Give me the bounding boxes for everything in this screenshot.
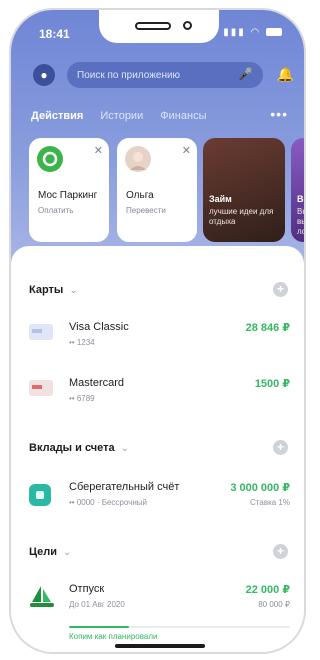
section-goals[interactable]: Цели ⌄ [29,546,71,558]
goal-progress-fill [69,626,129,628]
close-icon[interactable]: ✕ [94,144,103,157]
card-row[interactable]: Mastercard •• 6789 1500 ₽ [29,374,290,410]
tab-finance[interactable]: Финансы [160,110,206,122]
tab-actions[interactable]: Действия [31,110,83,122]
goal-row[interactable]: Отпуск До 01 Авг 2020 22 000 ₽ 80 000 ₽ … [29,580,290,644]
card-balance: 1500 ₽ [254,378,290,390]
chevron-down-icon: ⌄ [63,547,72,558]
speaker [135,22,171,30]
action-subtitle: Оплатить [38,206,74,215]
battery-icon [266,28,282,37]
status-icons: ▮▮▮ ◠ [223,27,282,38]
wifi-icon: ◠ [250,27,262,38]
plus-icon[interactable]: + [273,282,288,297]
header: 18:41 ▮▮▮ ◠ ● 🎤 🔔 Действия Истории Финан… [11,10,304,262]
plus-icon[interactable]: + [273,440,288,455]
card-balance: 28 846 ₽ [245,322,290,334]
contact-avatar [125,146,151,172]
promo-card-2[interactable]: Вс Вы выиграли лото [291,138,306,242]
phone-frame: 18:41 ▮▮▮ ◠ ● 🎤 🔔 Действия Истории Финан… [9,8,306,654]
card-name: Visa Classic [69,321,129,333]
goal-caption: Копим как планировали [69,632,158,641]
goal-boat-icon [29,586,55,610]
chevron-down-icon: ⌄ [120,443,130,454]
promo-title: Вс [297,194,304,204]
parking-icon [37,146,63,172]
camera [183,21,192,30]
section-title: Вклады и счета [29,442,115,454]
status-time: 18:41 [39,27,70,41]
card-name: Mastercard [69,377,125,389]
card-number: •• 6789 [69,394,95,403]
card-icon [29,380,53,396]
promo-subtitle: Вы выиграли лото [297,207,306,236]
close-icon[interactable]: ✕ [182,144,191,157]
deposit-number: •• 0000 · Бессрочный [69,498,147,507]
deposit-row[interactable]: Сберегательный счёт •• 0000 · Бессрочный… [29,478,290,514]
quick-actions: ✕ Мос Паркинг Оплатить ✕ Ольга Перевести… [29,138,306,242]
deposit-rate: Ставка 1% [250,498,290,507]
promo-card[interactable]: Займ лучшие идеи для отдыха [203,138,285,242]
content-sheet: Карты ⌄ + Visa Classic •• 1234 28 846 ₽ M… [11,246,304,652]
mic-icon[interactable]: 🎤 [238,67,253,81]
section-title: Карты [29,284,64,296]
deposit-name: Сберегательный счёт [69,481,180,493]
card-icon [29,324,53,340]
promo-subtitle: лучшие идеи для отдыха [209,207,274,226]
section-deposits[interactable]: Вклады и счета ⌄ [29,442,129,454]
action-label: Ольга [126,190,154,201]
more-icon[interactable]: ••• [270,106,288,122]
goal-target: 80 000 ₽ [258,600,290,609]
card-row[interactable]: Visa Classic •• 1234 28 846 ₽ [29,318,290,354]
deposit-icon [29,484,51,506]
action-subtitle: Перевести [126,206,166,215]
search-bar[interactable]: 🎤 [67,62,263,88]
goal-date: До 01 Авг 2020 [69,600,125,609]
tabs: Действия Истории Финансы [31,110,220,122]
chevron-down-icon: ⌄ [69,285,78,296]
plus-icon[interactable]: + [273,544,288,559]
search-input[interactable] [77,62,237,88]
section-title: Цели [29,546,58,558]
deposit-balance: 3 000 000 ₽ [230,482,290,494]
bell-icon[interactable]: 🔔 [277,66,294,83]
goal-name: Отпуск [69,583,105,595]
action-card-parking[interactable]: ✕ Мос Паркинг Оплатить [29,138,109,242]
action-title: Ольга Перевести [126,190,166,217]
promo-title: Займ [209,194,232,204]
home-indicator[interactable] [115,644,205,648]
action-title: Мос Паркинг Оплатить [38,190,97,217]
profile-avatar[interactable]: ● [33,64,55,86]
goal-progress-bar [69,626,290,628]
tab-stories[interactable]: Истории [100,110,143,122]
signal-icon: ▮▮▮ [223,27,246,38]
goal-saved: 22 000 ₽ [245,584,290,596]
card-number: •• 1234 [69,338,95,347]
section-cards[interactable]: Карты ⌄ [29,284,78,296]
action-card-contact[interactable]: ✕ Ольга Перевести [117,138,197,242]
action-label: Мос Паркинг [38,190,98,201]
notch [99,10,219,43]
